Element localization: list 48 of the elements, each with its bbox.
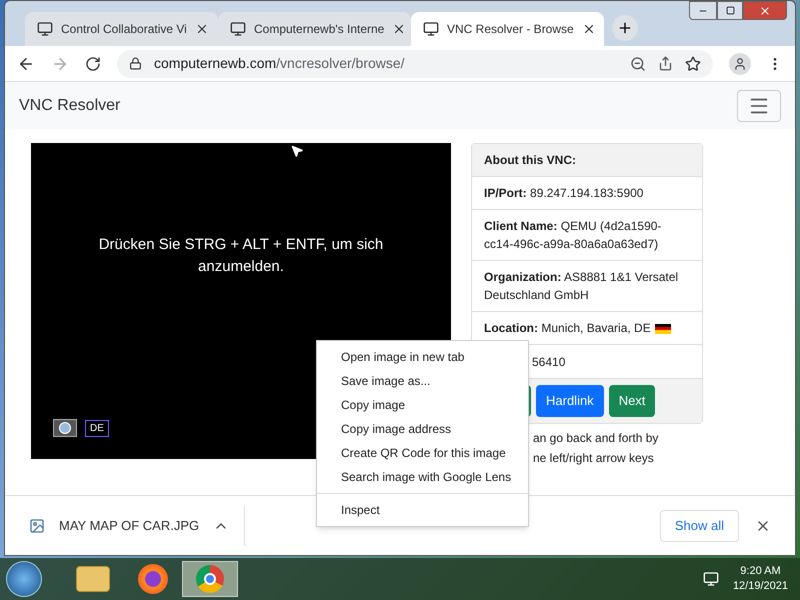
menu-item[interactable]: Inspect (317, 498, 528, 522)
menu-toggle-button[interactable] (737, 90, 781, 122)
info-row: IP/Port: 89.247.194.183:5900 (472, 177, 702, 210)
info-row: Organization: AS8881 1&1 Versatel Deutschland GmbH (472, 261, 702, 312)
download-file-name[interactable]: MAY MAP OF CAR.JPG (59, 516, 200, 536)
plus-icon (617, 20, 633, 36)
clock-date[interactable]: 12/19/2021 (732, 579, 788, 594)
new-tab-button[interactable] (612, 15, 638, 41)
reload-icon[interactable] (85, 56, 101, 72)
address-bar[interactable]: computernewb.com/vncresolver/browse/ (117, 50, 713, 78)
profile-avatar[interactable] (729, 52, 751, 74)
site-title[interactable]: VNC Resolver (19, 94, 120, 118)
lock-icon (129, 57, 142, 70)
chrome-icon (196, 565, 224, 593)
start-button[interactable] (6, 561, 42, 597)
minimize-button[interactable] (689, 1, 717, 20)
info-row: Client Name: QEMU (4d2a1590-cc14-496c-a99a-80a6a0a63ed7) (472, 210, 702, 261)
computer-icon (230, 21, 246, 37)
nav-button[interactable]: Hardlink (536, 385, 604, 417)
taskbar-item[interactable] (182, 561, 238, 597)
share-icon[interactable] (658, 56, 673, 71)
show-all-button[interactable]: Show all (660, 510, 739, 542)
hint-text: ne left/right arrow keys (533, 450, 655, 467)
computer-icon (423, 21, 439, 37)
hint-text: an go back and forth by (533, 430, 660, 447)
url-text: computernewb.com/vncresolver/browse/ (154, 54, 406, 73)
mouse-cursor-icon (290, 144, 304, 158)
browser-tab[interactable]: VNC Resolver - Browse (411, 12, 604, 46)
tab-title: VNC Resolver - Browse (447, 21, 574, 38)
clock-time[interactable]: 9:20 AM (740, 564, 781, 579)
login-prompt: Drücken Sie STRG + ALT + ENTF, um sich anzumelden. (98, 234, 384, 277)
tab-title: Control Collaborative Vi (61, 21, 187, 38)
computer-icon (37, 21, 53, 37)
image-file-icon (29, 518, 45, 534)
tab-title: Computernewb's Interne (254, 21, 384, 38)
browser-tab[interactable]: Computernewb's Interne (218, 12, 411, 46)
bookmark-star-icon[interactable] (685, 56, 701, 72)
info-row-text: 56410 (532, 354, 566, 370)
language-badge: DE (85, 420, 109, 436)
close-button[interactable] (743, 1, 787, 20)
browser-tab[interactable]: Control Collaborative Vi (25, 12, 218, 46)
nav-button[interactable]: Next (608, 385, 656, 417)
card-heading: About this VNC: (472, 144, 702, 177)
maximize-button[interactable] (717, 1, 743, 20)
close-icon (759, 4, 771, 16)
zoom-out-icon[interactable] (630, 56, 646, 72)
menu-item[interactable]: Search image with Google Lens (317, 465, 528, 489)
maximize-icon (726, 6, 734, 15)
